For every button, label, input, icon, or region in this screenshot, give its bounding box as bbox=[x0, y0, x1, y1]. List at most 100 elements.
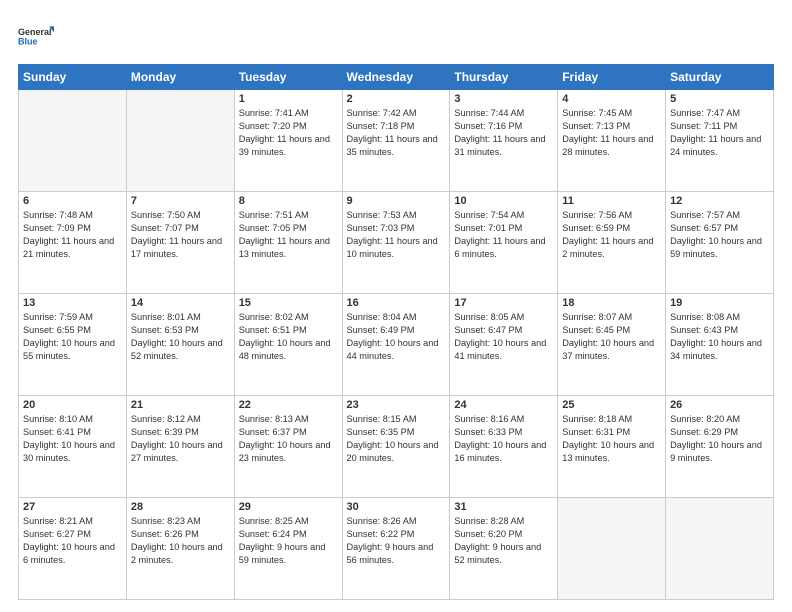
calendar-cell: 21Sunrise: 8:12 AMSunset: 6:39 PMDayligh… bbox=[126, 396, 234, 498]
calendar-cell: 16 Sunrise: 8:04 AMSunset: 6:49 PMDayligh… bbox=[342, 294, 450, 396]
svg-text:General: General bbox=[18, 27, 52, 37]
weekday-header-saturday: Saturday bbox=[666, 65, 774, 90]
day-info: Sunrise: 8:16 AMSunset: 6:33 PMDaylight:… bbox=[454, 413, 553, 465]
calendar-cell bbox=[19, 90, 127, 192]
calendar-cell: 13Sunrise: 7:59 AMSunset: 6:55 PMDayligh… bbox=[19, 294, 127, 396]
day-info: Sunrise: 8:13 AMSunset: 6:37 PMDaylight:… bbox=[239, 413, 338, 465]
day-number: 20 bbox=[23, 399, 122, 411]
day-info: Sunrise: 8:10 AMSunset: 6:41 PMDaylight:… bbox=[23, 413, 122, 465]
calendar-cell: 15 Sunrise: 8:02 AMSunset: 6:51 PMDayligh… bbox=[234, 294, 342, 396]
weekday-header-thursday: Thursday bbox=[450, 65, 558, 90]
day-info: Sunrise: 8:20 AMSunset: 6:29 PMDaylight:… bbox=[670, 413, 769, 465]
calendar-cell: 2 Sunrise: 7:42 AMSunset: 7:18 PMDaylight… bbox=[342, 90, 450, 192]
day-number: 17 bbox=[454, 297, 553, 309]
calendar-cell: 20 Sunrise: 8:10 AMSunset: 6:41 PMDayligh… bbox=[19, 396, 127, 498]
day-info: Sunrise: 7:47 AMSunset: 7:11 PMDaylight:… bbox=[670, 107, 769, 159]
day-info: Sunrise: 8:04 AMSunset: 6:49 PMDaylight:… bbox=[347, 311, 446, 363]
day-number: 23 bbox=[347, 399, 446, 411]
day-number: 28 bbox=[131, 501, 230, 513]
day-info: Sunrise: 7:54 AMSunset: 7:01 PMDaylight:… bbox=[454, 209, 553, 261]
svg-text:Blue: Blue bbox=[18, 36, 38, 46]
calendar-cell: 10 Sunrise: 7:54 AMSunset: 7:01 PMDayligh… bbox=[450, 192, 558, 294]
day-info: Sunrise: 7:51 AMSunset: 7:05 PMDaylight:… bbox=[239, 209, 338, 261]
day-number: 24 bbox=[454, 399, 553, 411]
day-number: 25 bbox=[562, 399, 661, 411]
calendar-cell bbox=[558, 498, 666, 600]
day-number: 11 bbox=[562, 195, 661, 207]
calendar-cell: 28 Sunrise: 8:23 AMSunset: 6:26 PMDayligh… bbox=[126, 498, 234, 600]
logo-svg: General Blue bbox=[18, 18, 54, 54]
day-number: 19 bbox=[670, 297, 769, 309]
header: General Blue bbox=[18, 18, 774, 54]
day-number: 31 bbox=[454, 501, 553, 513]
calendar-cell: 18 Sunrise: 8:07 AMSunset: 6:45 PMDayligh… bbox=[558, 294, 666, 396]
calendar-cell bbox=[666, 498, 774, 600]
day-number: 6 bbox=[23, 195, 122, 207]
calendar-cell: 5 Sunrise: 7:47 AMSunset: 7:11 PMDaylight… bbox=[666, 90, 774, 192]
day-info: Sunrise: 8:01 AMSunset: 6:53 PMDaylight:… bbox=[131, 311, 230, 363]
day-info: Sunrise: 8:05 AMSunset: 6:47 PMDaylight:… bbox=[454, 311, 553, 363]
calendar-cell: 6Sunrise: 7:48 AMSunset: 7:09 PMDaylight… bbox=[19, 192, 127, 294]
day-info: Sunrise: 8:21 AMSunset: 6:27 PMDaylight:… bbox=[23, 515, 122, 567]
day-number: 22 bbox=[239, 399, 338, 411]
day-info: Sunrise: 8:02 AMSunset: 6:51 PMDaylight:… bbox=[239, 311, 338, 363]
weekday-header-wednesday: Wednesday bbox=[342, 65, 450, 90]
day-number: 8 bbox=[239, 195, 338, 207]
day-number: 3 bbox=[454, 93, 553, 105]
calendar-cell: 17 Sunrise: 8:05 AMSunset: 6:47 PMDayligh… bbox=[450, 294, 558, 396]
day-number: 12 bbox=[670, 195, 769, 207]
calendar-cell: 14 Sunrise: 8:01 AMSunset: 6:53 PMDayligh… bbox=[126, 294, 234, 396]
day-info: Sunrise: 7:44 AMSunset: 7:16 PMDaylight:… bbox=[454, 107, 553, 159]
day-info: Sunrise: 7:56 AMSunset: 6:59 PMDaylight:… bbox=[562, 209, 661, 261]
day-info: Sunrise: 7:53 AMSunset: 7:03 PMDaylight:… bbox=[347, 209, 446, 261]
day-info: Sunrise: 7:41 AMSunset: 7:20 PMDaylight:… bbox=[239, 107, 338, 159]
day-number: 27 bbox=[23, 501, 122, 513]
day-number: 14 bbox=[131, 297, 230, 309]
day-number: 5 bbox=[670, 93, 769, 105]
logo: General Blue bbox=[18, 18, 54, 54]
day-number: 30 bbox=[347, 501, 446, 513]
calendar-cell: 1 Sunrise: 7:41 AMSunset: 7:20 PMDaylight… bbox=[234, 90, 342, 192]
day-info: Sunrise: 8:26 AMSunset: 6:22 PMDaylight:… bbox=[347, 515, 446, 567]
calendar-cell: 11 Sunrise: 7:56 AMSunset: 6:59 PMDayligh… bbox=[558, 192, 666, 294]
calendar-cell: 4 Sunrise: 7:45 AMSunset: 7:13 PMDaylight… bbox=[558, 90, 666, 192]
day-number: 9 bbox=[347, 195, 446, 207]
day-info: Sunrise: 7:57 AMSunset: 6:57 PMDaylight:… bbox=[670, 209, 769, 261]
calendar-cell: 27 Sunrise: 8:21 AMSunset: 6:27 PMDayligh… bbox=[19, 498, 127, 600]
calendar-cell bbox=[126, 90, 234, 192]
day-number: 18 bbox=[562, 297, 661, 309]
calendar-cell: 25 Sunrise: 8:18 AMSunset: 6:31 PMDayligh… bbox=[558, 396, 666, 498]
calendar-cell: 31Sunrise: 8:28 AMSunset: 6:20 PMDayligh… bbox=[450, 498, 558, 600]
calendar-cell: 30 Sunrise: 8:26 AMSunset: 6:22 PMDayligh… bbox=[342, 498, 450, 600]
weekday-header-tuesday: Tuesday bbox=[234, 65, 342, 90]
calendar-cell: 26Sunrise: 8:20 AMSunset: 6:29 PMDayligh… bbox=[666, 396, 774, 498]
calendar-cell: 12 Sunrise: 7:57 AMSunset: 6:57 PMDayligh… bbox=[666, 192, 774, 294]
day-number: 7 bbox=[131, 195, 230, 207]
day-info: Sunrise: 8:12 AMSunset: 6:39 PMDaylight:… bbox=[131, 413, 230, 465]
day-info: Sunrise: 8:18 AMSunset: 6:31 PMDaylight:… bbox=[562, 413, 661, 465]
calendar-cell: 23Sunrise: 8:15 AMSunset: 6:35 PMDayligh… bbox=[342, 396, 450, 498]
day-number: 10 bbox=[454, 195, 553, 207]
calendar-cell: 29Sunrise: 8:25 AMSunset: 6:24 PMDayligh… bbox=[234, 498, 342, 600]
weekday-header-friday: Friday bbox=[558, 65, 666, 90]
day-info: Sunrise: 8:25 AMSunset: 6:24 PMDaylight:… bbox=[239, 515, 338, 567]
day-number: 2 bbox=[347, 93, 446, 105]
calendar-cell: 19 Sunrise: 8:08 AMSunset: 6:43 PMDayligh… bbox=[666, 294, 774, 396]
day-number: 4 bbox=[562, 93, 661, 105]
day-info: Sunrise: 8:08 AMSunset: 6:43 PMDaylight:… bbox=[670, 311, 769, 363]
calendar-cell: 7 Sunrise: 7:50 AMSunset: 7:07 PMDaylight… bbox=[126, 192, 234, 294]
day-info: Sunrise: 8:23 AMSunset: 6:26 PMDaylight:… bbox=[131, 515, 230, 567]
calendar-table: SundayMondayTuesdayWednesdayThursdayFrid… bbox=[18, 64, 774, 600]
day-info: Sunrise: 7:42 AMSunset: 7:18 PMDaylight:… bbox=[347, 107, 446, 159]
calendar-cell: 3 Sunrise: 7:44 AMSunset: 7:16 PMDaylight… bbox=[450, 90, 558, 192]
day-info: Sunrise: 7:50 AMSunset: 7:07 PMDaylight:… bbox=[131, 209, 230, 261]
day-number: 16 bbox=[347, 297, 446, 309]
day-info: Sunrise: 7:59 AMSunset: 6:55 PMDaylight:… bbox=[23, 311, 122, 363]
day-info: Sunrise: 8:07 AMSunset: 6:45 PMDaylight:… bbox=[562, 311, 661, 363]
calendar-cell: 8 Sunrise: 7:51 AMSunset: 7:05 PMDaylight… bbox=[234, 192, 342, 294]
weekday-header-sunday: Sunday bbox=[19, 65, 127, 90]
calendar-cell: 24 Sunrise: 8:16 AMSunset: 6:33 PMDayligh… bbox=[450, 396, 558, 498]
day-number: 1 bbox=[239, 93, 338, 105]
day-info: Sunrise: 7:45 AMSunset: 7:13 PMDaylight:… bbox=[562, 107, 661, 159]
day-number: 15 bbox=[239, 297, 338, 309]
